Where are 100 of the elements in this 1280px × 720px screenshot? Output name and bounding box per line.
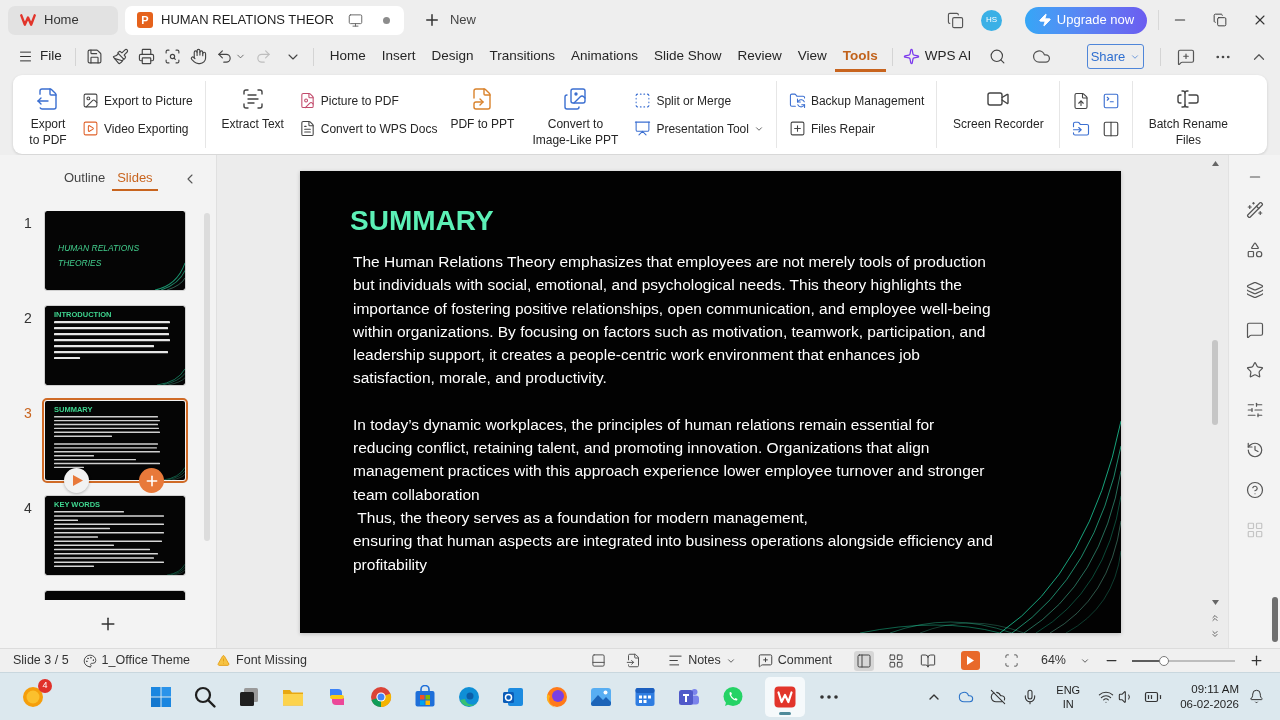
panel-tab[interactable]: Outline [59, 167, 111, 191]
new-tab-button[interactable]: New [422, 6, 476, 34]
language-code[interactable]: ENG [1056, 682, 1081, 697]
menu-tab[interactable]: Home [321, 41, 374, 72]
menu-tab[interactable]: View [789, 41, 835, 72]
play-button[interactable] [64, 468, 89, 493]
menu-tab[interactable]: Insert [373, 41, 424, 72]
menu-tab[interactable]: Slide Show [645, 41, 730, 72]
terminal-icon[interactable] [1102, 91, 1121, 110]
add-slide-button[interactable] [139, 468, 164, 493]
ribbon-button[interactable]: Files Repair [788, 115, 925, 142]
shapes-icon[interactable] [1245, 241, 1264, 259]
upgrade-button[interactable]: Upgrade now [1025, 6, 1147, 34]
clock-time[interactable]: 09:11 AM [1191, 681, 1239, 697]
menu-tab[interactable]: Review [729, 41, 790, 72]
menu-tab[interactable]: Transitions [481, 41, 564, 72]
ribbon-button[interactable]: Extract Text [217, 81, 288, 148]
zoom-slider-thumb[interactable] [1158, 655, 1169, 666]
swirl-circle-icon[interactable] [457, 684, 481, 709]
normal-view-icon[interactable] [853, 650, 874, 671]
star-icon[interactable] [1245, 361, 1264, 379]
file-image-icon [298, 92, 316, 109]
lightning-icon [1037, 13, 1052, 27]
store-bag-icon[interactable] [413, 684, 437, 709]
comment-icon[interactable] [1245, 321, 1264, 339]
undo-icon[interactable] [215, 48, 233, 65]
ribbon-button[interactable]: Video Exporting [82, 115, 193, 142]
sun-icon[interactable] [21, 684, 45, 709]
scrollbar-thumb[interactable] [1212, 340, 1218, 425]
columns-icon[interactable] [1102, 119, 1121, 138]
ribbon-button[interactable]: PDF to PPT [448, 81, 517, 148]
cloud-off-icon[interactable] [990, 688, 1007, 705]
sliders-icon[interactable] [1245, 401, 1264, 419]
ribbon-button[interactable]: Export to Picture [82, 87, 193, 114]
ribbon-button[interactable]: Presentation Tool [634, 115, 764, 142]
ribbon-button[interactable]: Convert to WPS Docs [298, 115, 438, 142]
slide-number: 4 [23, 499, 33, 518]
file-menu[interactable]: File [14, 43, 66, 70]
fit-to-window-icon[interactable] [1003, 653, 1019, 668]
zoom-level[interactable]: 64% [1040, 651, 1066, 670]
stacked-windows-icon[interactable] [947, 11, 964, 29]
slide-thumbnail[interactable]: HUMAN RELATIONS THEORIES [45, 211, 185, 290]
scroll-down-icon[interactable] [1211, 600, 1219, 605]
font-missing-button[interactable]: Font Missing [217, 651, 307, 670]
menu-tab[interactable]: Animations [563, 41, 646, 72]
file-input-icon[interactable] [626, 653, 642, 668]
start-icon[interactable] [149, 684, 173, 709]
notification-badge: 4 [38, 678, 52, 693]
ribbon-button[interactable]: Batch Rename Files [1145, 81, 1232, 148]
play-icon [72, 475, 83, 486]
printer-icon[interactable] [137, 48, 155, 65]
theme-button[interactable]: 1_Office Theme [82, 651, 191, 670]
restore-icon[interactable] [1213, 13, 1227, 27]
zoom-in-icon[interactable] [1249, 653, 1264, 668]
file-upload-icon[interactable] [1072, 91, 1091, 110]
dashed-square-icon [634, 92, 652, 109]
search-icon[interactable] [193, 684, 217, 709]
ribbon-button[interactable]: Export to PDF [25, 81, 71, 148]
panel-icon[interactable] [591, 653, 607, 668]
panel-tab[interactable]: Slides [112, 167, 158, 191]
notes-button[interactable]: Notes [668, 651, 736, 670]
search-icon[interactable] [989, 48, 1007, 65]
share-button[interactable]: Share [1087, 44, 1144, 69]
magic-wand-icon[interactable] [1245, 201, 1264, 219]
slideshow-icon[interactable] [960, 651, 980, 670]
comment-button[interactable]: Comment [757, 651, 832, 670]
print-preview-icon[interactable] [163, 48, 181, 65]
menu-tab[interactable]: Design [423, 41, 482, 72]
document-tab[interactable]: P HUMAN RELATIONS THEOR [125, 5, 404, 35]
home-tab[interactable]: Home [8, 5, 118, 35]
clock-date[interactable]: 06-02-2026 [1180, 696, 1239, 712]
cloud-icon[interactable] [1032, 47, 1051, 66]
ai-button[interactable]: WPS AI [898, 43, 976, 70]
slide-title: SUMMARY [350, 204, 494, 238]
help-icon[interactable] [1245, 481, 1264, 499]
office-app-icon[interactable] [765, 676, 805, 717]
menu-tab[interactable]: Tools [834, 41, 886, 72]
streak-drawing [157, 367, 185, 385]
save-icon[interactable] [85, 48, 103, 65]
hand-icon[interactable] [189, 48, 207, 65]
ribbon-button[interactable]: Picture to PDF [298, 87, 438, 114]
ribbon-button[interactable]: Split or Merge [634, 87, 764, 114]
paintbrush-icon[interactable] [111, 48, 129, 65]
region-code[interactable]: IN [1062, 696, 1074, 711]
streak-drawing [167, 563, 185, 575]
ribbon-button[interactable]: Screen Recorder [949, 81, 1048, 148]
scrollbar-thumb[interactable] [1272, 597, 1278, 642]
history-icon[interactable] [1245, 441, 1264, 459]
bell-icon[interactable] [1249, 689, 1264, 704]
ribbon-button[interactable]: Backup Management [788, 87, 925, 114]
scroll-up-icon[interactable] [1211, 161, 1219, 166]
comment-add-icon[interactable] [1177, 47, 1195, 66]
comment-icon [757, 653, 773, 668]
monitor-icon [347, 12, 363, 28]
browser-icon[interactable] [369, 684, 393, 709]
folder-input-icon[interactable] [1072, 119, 1091, 138]
ribbon-button[interactable]: Convert to Image-Like PPT [527, 81, 624, 148]
folder-sync-icon [788, 92, 806, 109]
layers-icon[interactable] [1245, 281, 1264, 299]
ring-icon[interactable] [545, 684, 569, 709]
